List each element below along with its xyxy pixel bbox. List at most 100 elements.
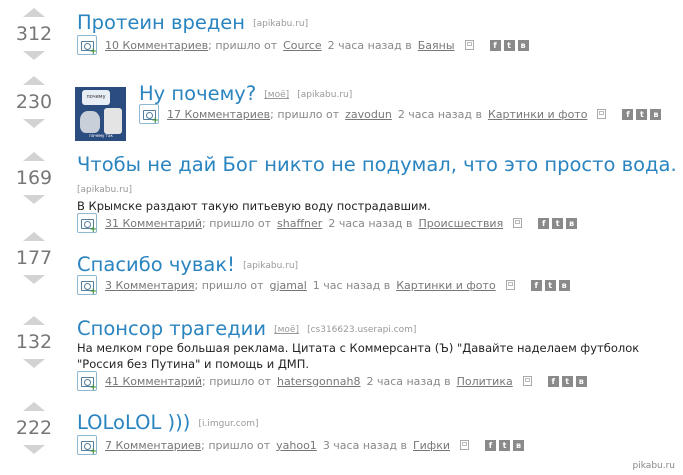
time-text: 2 часа назад в bbox=[327, 38, 412, 52]
downvote-arrow-icon[interactable] bbox=[23, 195, 45, 204]
downvote-arrow-icon[interactable] bbox=[23, 119, 45, 128]
twitter-icon[interactable]: t bbox=[499, 439, 511, 451]
vk-icon[interactable]: в bbox=[517, 39, 529, 51]
vk-icon[interactable]: в bbox=[558, 279, 570, 291]
twitter-icon[interactable]: t bbox=[636, 108, 648, 120]
post-title-link[interactable]: Чтобы не дай Бог никто не подумал, что э… bbox=[77, 153, 677, 176]
upvote-arrow-icon[interactable] bbox=[23, 76, 45, 85]
category-link[interactable]: Гифки bbox=[413, 439, 450, 452]
facebook-icon[interactable]: f bbox=[485, 439, 497, 451]
bookmark-icon[interactable] bbox=[513, 218, 523, 228]
upvote-arrow-icon[interactable] bbox=[23, 402, 45, 411]
upvote-arrow-icon[interactable] bbox=[23, 232, 45, 241]
post-meta: + 7 Комментариев ; пришло от yahoo1 3 ча… bbox=[77, 435, 527, 457]
from-text: ; пришло от bbox=[194, 278, 264, 292]
comments-link[interactable]: 10 Комментариев bbox=[105, 39, 208, 52]
facebook-icon[interactable]: f bbox=[530, 279, 542, 291]
add-photo-icon[interactable]: + bbox=[77, 213, 97, 235]
thumbnail-caption: почему так bbox=[89, 133, 113, 138]
add-photo-icon[interactable]: + bbox=[77, 435, 97, 457]
domain-text: [apikabu.ru] bbox=[77, 185, 133, 195]
post-title-row: Ну почему? [моё] [apikabu.ru] bbox=[139, 82, 352, 105]
bookmark-icon[interactable] bbox=[464, 40, 474, 50]
post-meta: + 17 Комментариев ; пришло от zavodun 2 … bbox=[139, 104, 664, 126]
add-photo-icon[interactable]: + bbox=[77, 35, 97, 57]
add-photo-icon[interactable]: + bbox=[77, 371, 97, 393]
category-link[interactable]: Происшествия bbox=[418, 217, 503, 230]
mine-tag[interactable]: [моё] bbox=[264, 90, 289, 100]
thumbnail-figure bbox=[104, 108, 122, 134]
category-link[interactable]: Картинки и фото bbox=[488, 108, 588, 121]
category-link[interactable]: Политика bbox=[457, 375, 513, 388]
time-text: 2 часа назад в bbox=[328, 216, 413, 230]
bookmark-icon[interactable] bbox=[460, 440, 470, 450]
site-watermark: pikabu.ru bbox=[632, 461, 675, 471]
author-link[interactable]: yahoo1 bbox=[276, 439, 317, 452]
upvote-arrow-icon[interactable] bbox=[23, 152, 45, 161]
from-text: ; пришло от bbox=[208, 38, 278, 52]
post-title-link[interactable]: Спасибо чувак! bbox=[77, 253, 235, 276]
post-title-row: Спасибо чувак! [apikabu.ru] bbox=[77, 253, 298, 276]
author-link[interactable]: gjamal bbox=[270, 279, 307, 292]
downvote-arrow-icon[interactable] bbox=[23, 275, 45, 284]
twitter-icon[interactable]: t bbox=[561, 375, 573, 387]
add-photo-icon[interactable]: + bbox=[139, 104, 159, 126]
category-link[interactable]: Картинки и фото bbox=[396, 279, 496, 292]
comments-link[interactable]: 7 Комментариев bbox=[105, 439, 201, 452]
author-link[interactable]: shaffner bbox=[277, 217, 322, 230]
add-photo-icon[interactable]: + bbox=[77, 275, 97, 297]
author-link[interactable]: hatersgonnah8 bbox=[277, 375, 360, 388]
post-domain: [apikabu.ru] bbox=[243, 261, 299, 271]
post-title-link[interactable]: LOLoLOL ))) bbox=[77, 411, 190, 434]
author-link[interactable]: zavodun bbox=[345, 108, 392, 121]
vk-icon[interactable]: в bbox=[575, 375, 587, 387]
post-rating: 177 bbox=[15, 247, 53, 269]
bookmark-icon[interactable] bbox=[597, 109, 607, 119]
post-rating: 230 bbox=[15, 91, 53, 113]
post-description-line: На мелком горе большая реклама. Цитата с… bbox=[77, 341, 640, 355]
post-rating: 169 bbox=[15, 167, 53, 189]
bookmark-icon[interactable] bbox=[505, 280, 515, 290]
post-domain: [apikabu.ru] bbox=[253, 19, 309, 29]
from-text: ; пришло от bbox=[202, 374, 272, 388]
post-thumbnail[interactable]: почему почему так bbox=[75, 87, 126, 141]
comments-link[interactable]: 17 Комментариев bbox=[167, 108, 270, 121]
facebook-icon[interactable]: f bbox=[538, 217, 550, 229]
vk-icon[interactable]: в bbox=[650, 108, 662, 120]
facebook-icon[interactable]: f bbox=[547, 375, 559, 387]
post-meta: + 10 Комментариев ; пришло от Cource 2 ч… bbox=[77, 35, 532, 57]
downvote-arrow-icon[interactable] bbox=[23, 359, 45, 368]
twitter-icon[interactable]: t bbox=[544, 279, 556, 291]
upvote-arrow-icon[interactable] bbox=[23, 316, 45, 325]
vk-icon[interactable]: в bbox=[513, 439, 525, 451]
post-title-link[interactable]: Протеин вреден bbox=[77, 11, 245, 34]
time-text: 2 часа назад в bbox=[366, 374, 451, 388]
upvote-arrow-icon[interactable] bbox=[23, 8, 45, 17]
author-link[interactable]: Cource bbox=[283, 39, 321, 52]
vk-icon[interactable]: в bbox=[566, 217, 578, 229]
comments-link[interactable]: 41 Комментарий bbox=[105, 375, 202, 388]
facebook-icon[interactable]: f bbox=[489, 39, 501, 51]
post-title-row: Спонсор трагедии [моё] [cs316623.userapi… bbox=[77, 317, 416, 340]
post-title-row: LOLoLOL ))) [i.imgur.com] bbox=[77, 411, 259, 434]
twitter-icon[interactable]: t bbox=[503, 39, 515, 51]
post-description: В Крымске раздают такую питьевую воду по… bbox=[77, 199, 431, 213]
post-domain: [apikabu.ru] bbox=[77, 182, 132, 199]
post-title-link[interactable]: Ну почему? bbox=[139, 82, 256, 105]
category-link[interactable]: Баяны bbox=[418, 39, 455, 52]
post-domain: [apikabu.ru] bbox=[297, 90, 353, 100]
vote-block: 222 bbox=[10, 402, 58, 454]
post-title-row: Чтобы не дай Бог никто не подумал, что э… bbox=[77, 153, 677, 176]
comments-link[interactable]: 3 Комментария bbox=[105, 279, 195, 292]
thumbnail-bubble-text: почему bbox=[82, 90, 110, 105]
mine-tag[interactable]: [моё] bbox=[274, 325, 299, 335]
downvote-arrow-icon[interactable] bbox=[23, 445, 45, 454]
twitter-icon[interactable]: t bbox=[552, 217, 564, 229]
bookmark-icon[interactable] bbox=[522, 376, 532, 386]
post-title-link[interactable]: Спонсор трагедии bbox=[77, 317, 266, 340]
post-title-row: Протеин вреден [apikabu.ru] bbox=[77, 11, 308, 34]
downvote-arrow-icon[interactable] bbox=[23, 51, 45, 60]
vote-block: 312 bbox=[10, 8, 58, 60]
facebook-icon[interactable]: f bbox=[622, 108, 634, 120]
comments-link[interactable]: 31 Комментарий bbox=[105, 217, 202, 230]
